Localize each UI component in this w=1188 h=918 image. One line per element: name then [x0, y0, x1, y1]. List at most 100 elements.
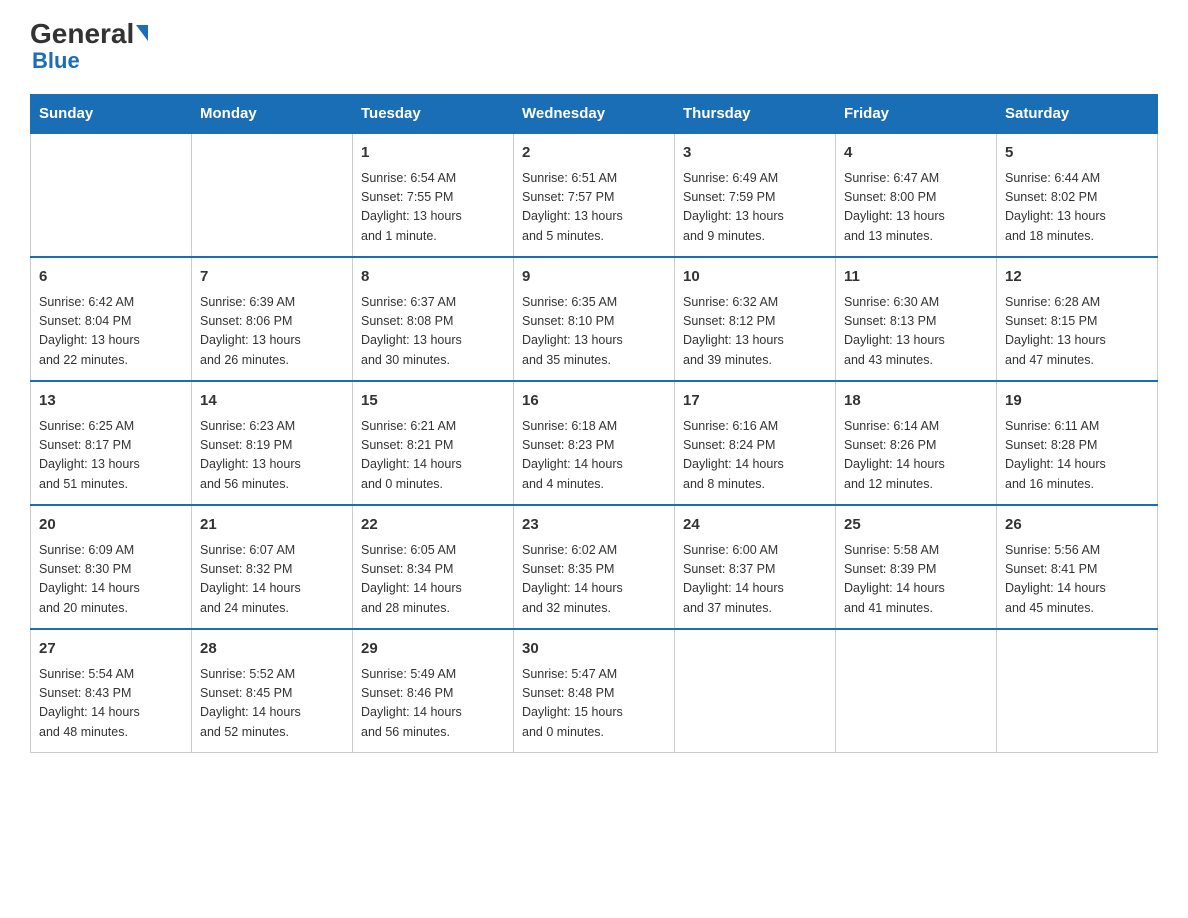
day-number: 15	[361, 390, 505, 413]
calendar-cell: 21 Sunrise: 6:07 AM Sunset: 8:32 PM Dayli…	[192, 505, 353, 629]
day-info: Sunrise: 5:54 AM Sunset: 8:43 PM Dayligh…	[39, 665, 183, 743]
calendar-cell: 2 Sunrise: 6:51 AM Sunset: 7:57 PM Daylig…	[514, 133, 675, 257]
day-number: 25	[844, 514, 988, 537]
day-number: 28	[200, 638, 344, 661]
calendar-cell: 7 Sunrise: 6:39 AM Sunset: 8:06 PM Daylig…	[192, 257, 353, 381]
day-info: Sunrise: 6:11 AM Sunset: 8:28 PM Dayligh…	[1005, 417, 1149, 495]
calendar-cell: 3 Sunrise: 6:49 AM Sunset: 7:59 PM Daylig…	[675, 133, 836, 257]
calendar-cell	[836, 629, 997, 753]
calendar-week-1: 1 Sunrise: 6:54 AM Sunset: 7:55 PM Daylig…	[31, 133, 1158, 257]
day-info: Sunrise: 6:35 AM Sunset: 8:10 PM Dayligh…	[522, 293, 666, 371]
day-number: 27	[39, 638, 183, 661]
logo-general-text: General	[30, 20, 134, 48]
calendar-cell: 17 Sunrise: 6:16 AM Sunset: 8:24 PM Dayli…	[675, 381, 836, 505]
day-number: 19	[1005, 390, 1149, 413]
day-info: Sunrise: 6:30 AM Sunset: 8:13 PM Dayligh…	[844, 293, 988, 371]
calendar-cell	[675, 629, 836, 753]
day-number: 23	[522, 514, 666, 537]
day-info: Sunrise: 6:00 AM Sunset: 8:37 PM Dayligh…	[683, 541, 827, 619]
weekday-header-thursday: Thursday	[675, 95, 836, 134]
calendar-cell: 27 Sunrise: 5:54 AM Sunset: 8:43 PM Dayli…	[31, 629, 192, 753]
calendar-cell: 12 Sunrise: 6:28 AM Sunset: 8:15 PM Dayli…	[997, 257, 1158, 381]
calendar-header: SundayMondayTuesdayWednesdayThursdayFrid…	[31, 95, 1158, 134]
calendar-cell: 4 Sunrise: 6:47 AM Sunset: 8:00 PM Daylig…	[836, 133, 997, 257]
day-number: 1	[361, 142, 505, 165]
logo: General Blue	[30, 20, 148, 74]
calendar-cell: 28 Sunrise: 5:52 AM Sunset: 8:45 PM Dayli…	[192, 629, 353, 753]
day-number: 6	[39, 266, 183, 289]
calendar-cell: 9 Sunrise: 6:35 AM Sunset: 8:10 PM Daylig…	[514, 257, 675, 381]
day-info: Sunrise: 6:05 AM Sunset: 8:34 PM Dayligh…	[361, 541, 505, 619]
calendar-cell: 20 Sunrise: 6:09 AM Sunset: 8:30 PM Dayli…	[31, 505, 192, 629]
day-number: 12	[1005, 266, 1149, 289]
calendar-week-4: 20 Sunrise: 6:09 AM Sunset: 8:30 PM Dayli…	[31, 505, 1158, 629]
day-number: 7	[200, 266, 344, 289]
day-info: Sunrise: 6:09 AM Sunset: 8:30 PM Dayligh…	[39, 541, 183, 619]
day-number: 18	[844, 390, 988, 413]
day-info: Sunrise: 6:23 AM Sunset: 8:19 PM Dayligh…	[200, 417, 344, 495]
day-number: 13	[39, 390, 183, 413]
day-info: Sunrise: 6:42 AM Sunset: 8:04 PM Dayligh…	[39, 293, 183, 371]
day-info: Sunrise: 6:54 AM Sunset: 7:55 PM Dayligh…	[361, 169, 505, 247]
day-number: 9	[522, 266, 666, 289]
day-number: 2	[522, 142, 666, 165]
logo-arrow-icon	[136, 25, 148, 41]
calendar-cell	[31, 133, 192, 257]
day-number: 5	[1005, 142, 1149, 165]
calendar-cell: 26 Sunrise: 5:56 AM Sunset: 8:41 PM Dayli…	[997, 505, 1158, 629]
calendar-cell	[997, 629, 1158, 753]
day-info: Sunrise: 5:52 AM Sunset: 8:45 PM Dayligh…	[200, 665, 344, 743]
day-number: 20	[39, 514, 183, 537]
day-number: 14	[200, 390, 344, 413]
calendar-cell: 6 Sunrise: 6:42 AM Sunset: 8:04 PM Daylig…	[31, 257, 192, 381]
calendar-week-3: 13 Sunrise: 6:25 AM Sunset: 8:17 PM Dayli…	[31, 381, 1158, 505]
day-info: Sunrise: 6:37 AM Sunset: 8:08 PM Dayligh…	[361, 293, 505, 371]
calendar-cell: 1 Sunrise: 6:54 AM Sunset: 7:55 PM Daylig…	[353, 133, 514, 257]
day-info: Sunrise: 5:56 AM Sunset: 8:41 PM Dayligh…	[1005, 541, 1149, 619]
day-number: 21	[200, 514, 344, 537]
day-number: 10	[683, 266, 827, 289]
calendar-cell: 15 Sunrise: 6:21 AM Sunset: 8:21 PM Dayli…	[353, 381, 514, 505]
day-number: 29	[361, 638, 505, 661]
logo-blue-text: Blue	[30, 48, 80, 73]
calendar-cell: 18 Sunrise: 6:14 AM Sunset: 8:26 PM Dayli…	[836, 381, 997, 505]
day-info: Sunrise: 6:49 AM Sunset: 7:59 PM Dayligh…	[683, 169, 827, 247]
calendar-week-5: 27 Sunrise: 5:54 AM Sunset: 8:43 PM Dayli…	[31, 629, 1158, 753]
weekday-header-sunday: Sunday	[31, 95, 192, 134]
day-number: 30	[522, 638, 666, 661]
day-info: Sunrise: 6:28 AM Sunset: 8:15 PM Dayligh…	[1005, 293, 1149, 371]
calendar-cell: 10Sunrise: 6:32 AM Sunset: 8:12 PM Dayli…	[675, 257, 836, 381]
calendar-cell: 23 Sunrise: 6:02 AM Sunset: 8:35 PM Dayli…	[514, 505, 675, 629]
day-info: Sunrise: 6:21 AM Sunset: 8:21 PM Dayligh…	[361, 417, 505, 495]
day-number: 26	[1005, 514, 1149, 537]
weekday-header-monday: Monday	[192, 95, 353, 134]
calendar-cell: 25 Sunrise: 5:58 AM Sunset: 8:39 PM Dayli…	[836, 505, 997, 629]
calendar-cell: 16Sunrise: 6:18 AM Sunset: 8:23 PM Dayli…	[514, 381, 675, 505]
calendar-cell: 30 Sunrise: 5:47 AM Sunset: 8:48 PM Dayli…	[514, 629, 675, 753]
day-info: Sunrise: 6:07 AM Sunset: 8:32 PM Dayligh…	[200, 541, 344, 619]
day-info: Sunrise: 5:58 AM Sunset: 8:39 PM Dayligh…	[844, 541, 988, 619]
day-number: 8	[361, 266, 505, 289]
calendar-cell: 14 Sunrise: 6:23 AM Sunset: 8:19 PM Dayli…	[192, 381, 353, 505]
day-number: 3	[683, 142, 827, 165]
day-info: Sunrise: 6:51 AM Sunset: 7:57 PM Dayligh…	[522, 169, 666, 247]
day-info: Sunrise: 6:25 AM Sunset: 8:17 PM Dayligh…	[39, 417, 183, 495]
day-number: 4	[844, 142, 988, 165]
weekday-header-friday: Friday	[836, 95, 997, 134]
calendar-cell: 11 Sunrise: 6:30 AM Sunset: 8:13 PM Dayli…	[836, 257, 997, 381]
day-info: Sunrise: 6:02 AM Sunset: 8:35 PM Dayligh…	[522, 541, 666, 619]
day-info: Sunrise: 6:14 AM Sunset: 8:26 PM Dayligh…	[844, 417, 988, 495]
calendar-cell: 22Sunrise: 6:05 AM Sunset: 8:34 PM Dayli…	[353, 505, 514, 629]
day-number: 16	[522, 390, 666, 413]
calendar-table: SundayMondayTuesdayWednesdayThursdayFrid…	[30, 94, 1158, 753]
day-number: 17	[683, 390, 827, 413]
day-info: Sunrise: 6:44 AM Sunset: 8:02 PM Dayligh…	[1005, 169, 1149, 247]
calendar-cell: 19 Sunrise: 6:11 AM Sunset: 8:28 PM Dayli…	[997, 381, 1158, 505]
day-info: Sunrise: 6:39 AM Sunset: 8:06 PM Dayligh…	[200, 293, 344, 371]
day-info: Sunrise: 6:16 AM Sunset: 8:24 PM Dayligh…	[683, 417, 827, 495]
calendar-cell: 5 Sunrise: 6:44 AM Sunset: 8:02 PM Daylig…	[997, 133, 1158, 257]
day-info: Sunrise: 6:47 AM Sunset: 8:00 PM Dayligh…	[844, 169, 988, 247]
day-info: Sunrise: 5:47 AM Sunset: 8:48 PM Dayligh…	[522, 665, 666, 743]
calendar-cell: 29Sunrise: 5:49 AM Sunset: 8:46 PM Dayli…	[353, 629, 514, 753]
day-number: 11	[844, 266, 988, 289]
